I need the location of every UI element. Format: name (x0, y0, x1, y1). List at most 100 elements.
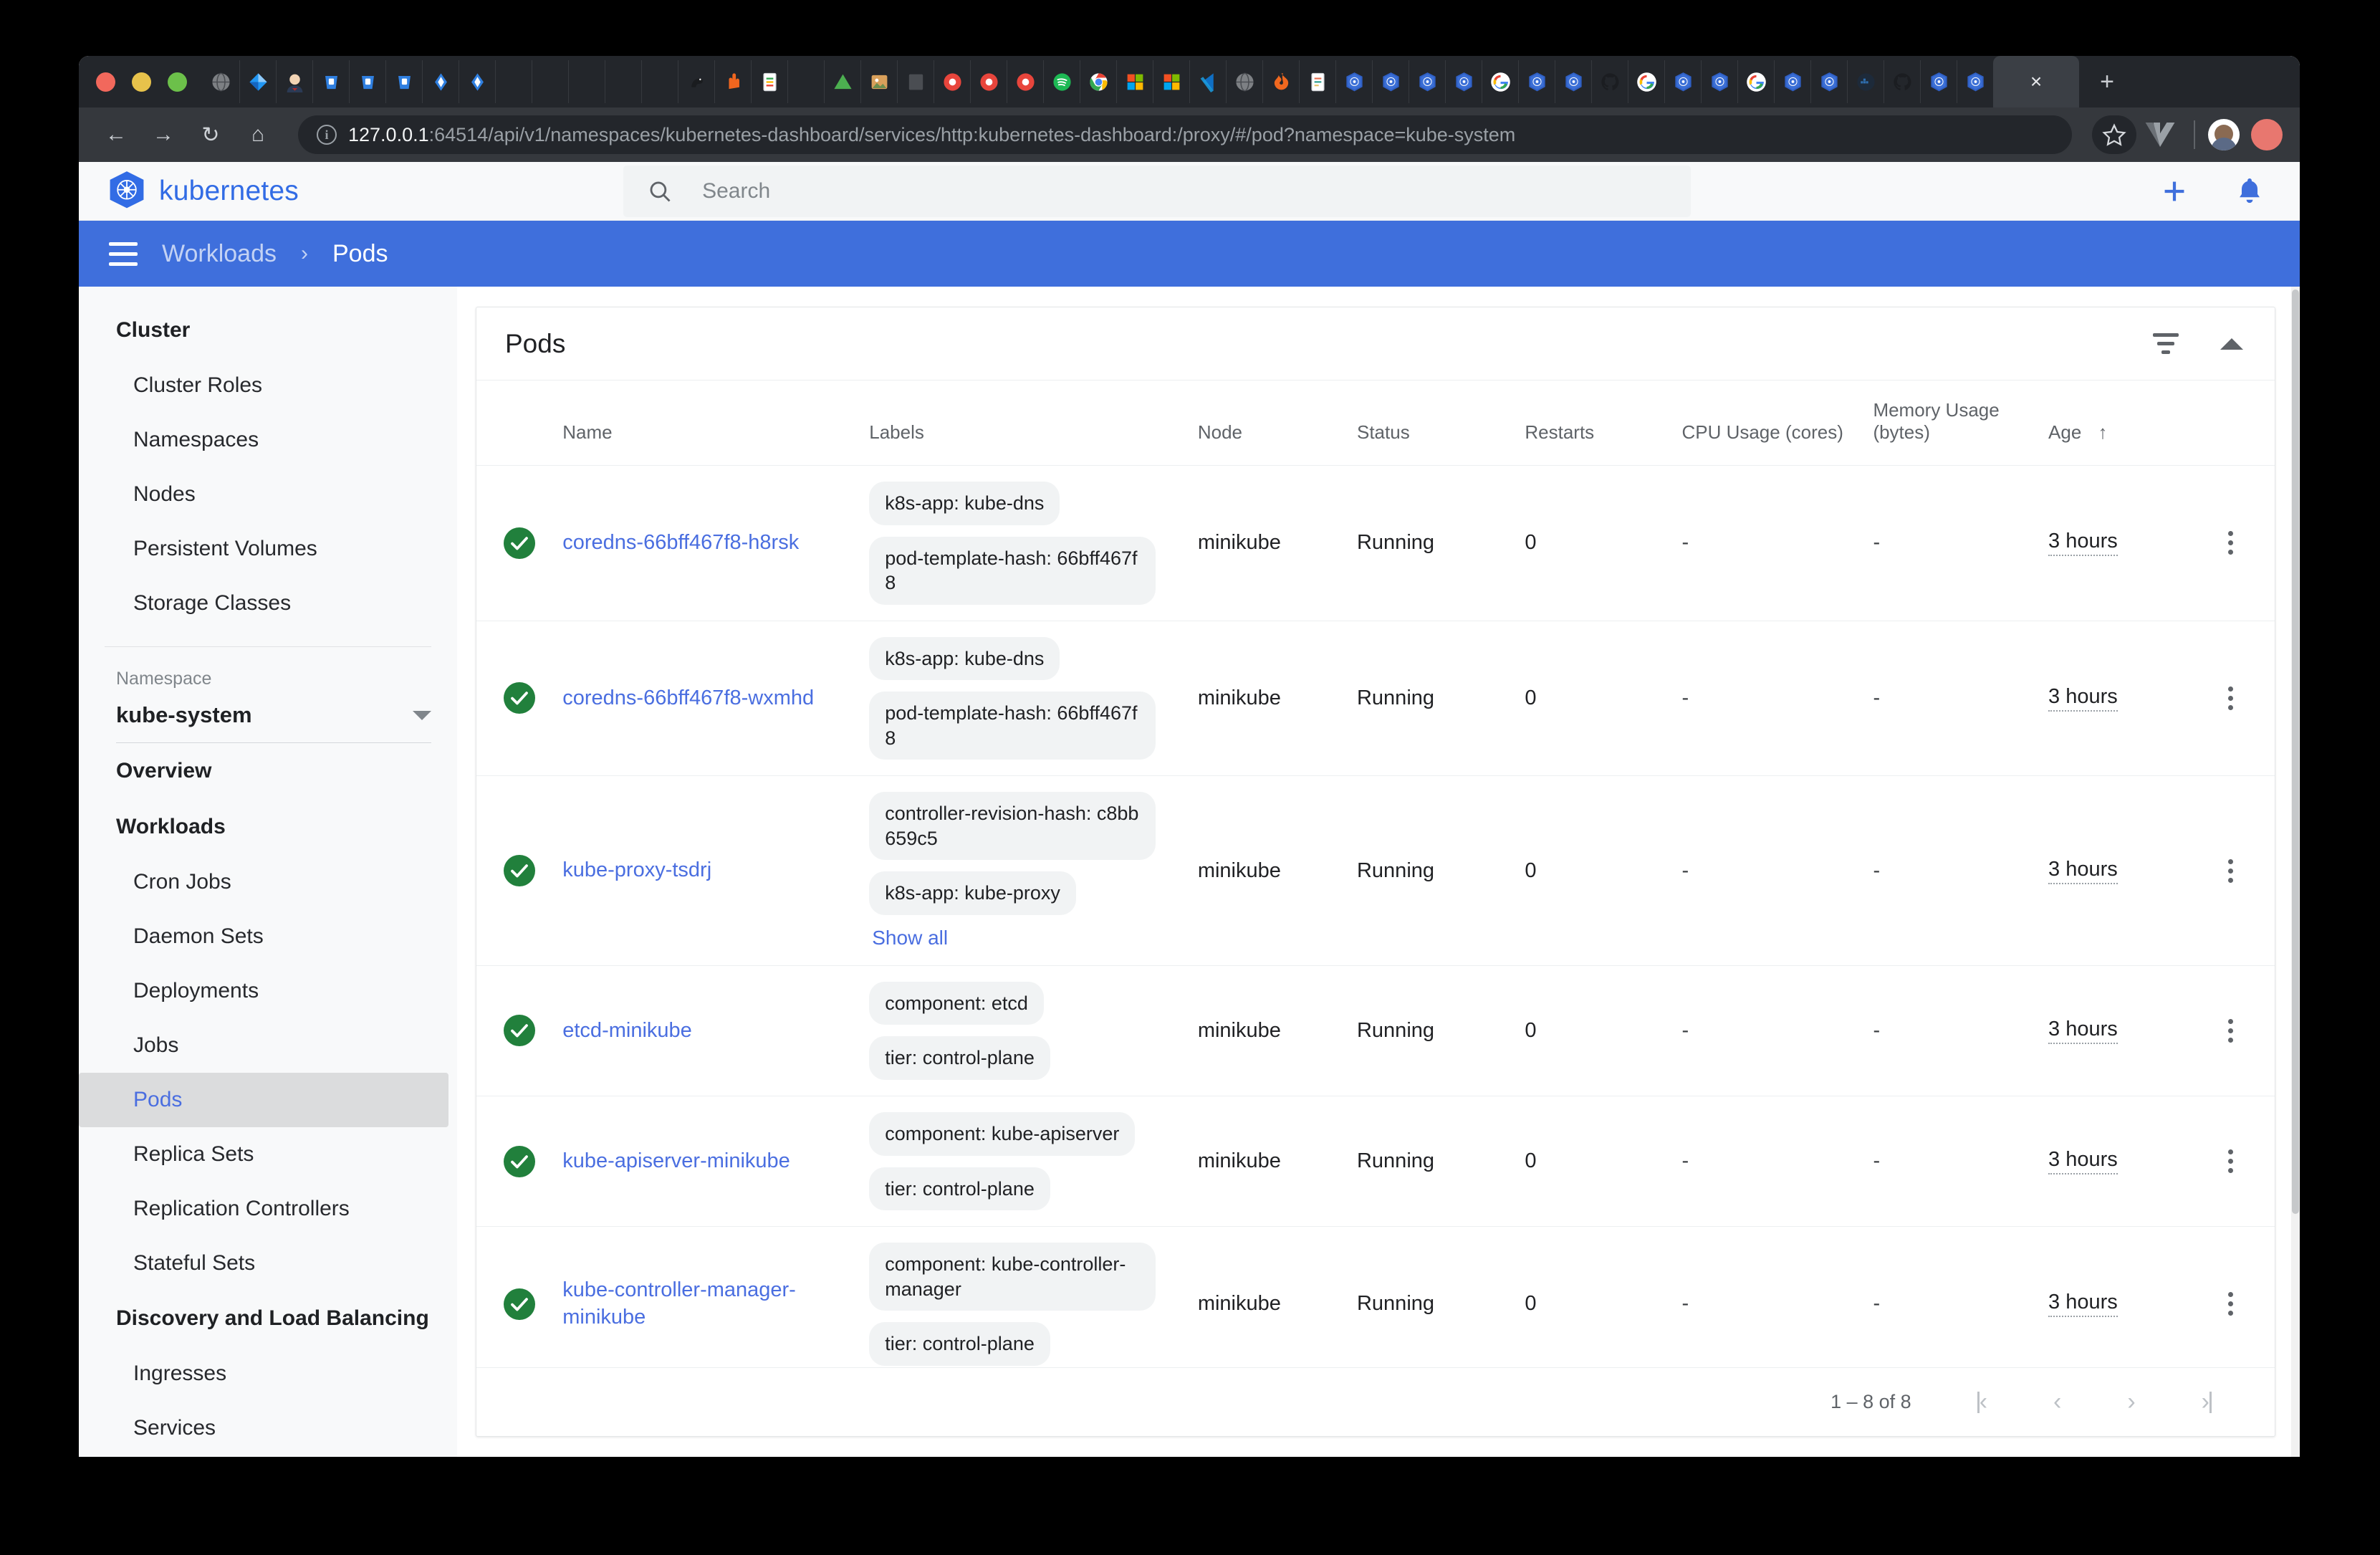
browser-tab[interactable] (1445, 60, 1482, 103)
browser-tab[interactable] (1810, 60, 1847, 103)
browser-tab[interactable] (1847, 60, 1884, 103)
pod-name-link[interactable]: etcd-minikube (562, 1018, 705, 1045)
browser-tab[interactable] (824, 60, 860, 103)
sidebar-item-storage-classes[interactable]: Storage Classes (79, 576, 448, 631)
browser-tab[interactable] (203, 60, 239, 103)
first-page-icon[interactable]: ‹ (1977, 1388, 1987, 1416)
kebab-menu-icon[interactable] (2187, 686, 2275, 710)
browser-tab[interactable] (312, 60, 349, 103)
back-arrow-icon[interactable]: ← (96, 115, 136, 155)
page-scrollbar-thumb[interactable] (2292, 290, 2299, 1214)
sidebar-item-deployments[interactable]: Deployments (79, 964, 448, 1018)
brand[interactable]: kubernetes (107, 171, 623, 212)
column-name[interactable]: Name (562, 381, 870, 466)
breadcrumb-parent[interactable]: Workloads (162, 240, 277, 268)
browser-tab[interactable] (349, 60, 385, 103)
sidebar-item-daemon-sets[interactable]: Daemon Sets (79, 909, 448, 964)
namespace-select[interactable]: kube-system (116, 689, 431, 743)
table-row[interactable]: kube-apiserver-minikube component: kube-a… (476, 1096, 2275, 1228)
browser-tab[interactable] (276, 60, 312, 103)
age-value[interactable]: 3 hours (2048, 530, 2118, 557)
browser-tab[interactable] (1628, 60, 1664, 103)
browser-tab[interactable] (568, 60, 605, 103)
forward-arrow-icon[interactable]: → (143, 115, 183, 155)
browser-tab[interactable] (678, 60, 714, 103)
column-restarts[interactable]: Restarts (1525, 381, 1682, 466)
kebab-menu-icon[interactable] (2187, 858, 2275, 883)
browser-tab[interactable] (1555, 60, 1591, 103)
browser-tab[interactable] (459, 60, 495, 103)
table-row[interactable]: coredns-66bff467f8-wxmhd k8s-app: kube-dn… (476, 621, 2275, 777)
browser-tab[interactable] (1007, 60, 1043, 103)
next-page-icon[interactable]: › (2127, 1388, 2135, 1416)
browser-tab[interactable] (1591, 60, 1628, 103)
kebab-menu-icon[interactable] (2187, 531, 2275, 555)
maximize-window-button[interactable] (168, 72, 187, 92)
browser-tab[interactable] (1335, 60, 1372, 103)
age-value[interactable]: 3 hours (2048, 1018, 2118, 1044)
table-row[interactable]: kube-proxy-tsdrj controller-revision-hash… (476, 775, 2275, 966)
kebab-menu-icon[interactable] (2187, 1149, 2275, 1174)
kebab-menu-icon[interactable] (2187, 1292, 2275, 1316)
browser-tab[interactable] (1774, 60, 1810, 103)
filter-icon[interactable] (2153, 333, 2179, 354)
address-bar[interactable]: i 127.0.0.1:64514/api/v1/namespaces/kube… (298, 115, 2072, 154)
plus-icon[interactable] (2158, 175, 2191, 208)
browser-tab[interactable] (385, 60, 422, 103)
kebab-menu-icon[interactable] (2187, 1018, 2275, 1043)
minimize-window-button[interactable] (132, 72, 151, 92)
extension-icon[interactable] (2251, 119, 2283, 150)
column-memory-usage[interactable]: Memory Usage (bytes) (1873, 381, 2049, 466)
browser-tab[interactable] (1701, 60, 1737, 103)
sidebar-item-replication-controllers[interactable]: Replication Controllers (79, 1182, 448, 1236)
column-node[interactable]: Node (1197, 381, 1357, 466)
close-icon[interactable]: × (2030, 72, 2042, 92)
browser-tab[interactable] (1884, 60, 1920, 103)
browser-tab[interactable] (1920, 60, 1957, 103)
sidebar-item-replica-sets[interactable]: Replica Sets (79, 1127, 448, 1182)
sidebar-item-overview[interactable]: Overview (79, 743, 457, 799)
table-row[interactable]: etcd-minikube component: etcd tier: contro… (476, 965, 2275, 1097)
browser-tab[interactable] (1116, 60, 1153, 103)
sidebar-item-cron-jobs[interactable]: Cron Jobs (79, 855, 448, 909)
new-tab-button[interactable]: + (2089, 70, 2125, 94)
hamburger-icon[interactable] (109, 241, 138, 266)
home-icon[interactable]: ⌂ (238, 115, 278, 155)
column-status[interactable]: Status (1356, 381, 1525, 466)
search-input[interactable] (702, 178, 1666, 204)
pod-name-link[interactable]: kube-apiserver-minikube (562, 1148, 803, 1175)
sidebar-item-cluster-roles[interactable]: Cluster Roles (79, 358, 448, 413)
browser-tab[interactable] (1664, 60, 1701, 103)
browser-tab[interactable] (495, 60, 532, 103)
active-browser-tab[interactable]: × (1993, 56, 2079, 107)
browser-tab[interactable] (1226, 60, 1262, 103)
age-value[interactable]: 3 hours (2048, 858, 2118, 884)
info-icon[interactable]: i (317, 125, 337, 145)
age-value[interactable]: 3 hours (2048, 1291, 2118, 1318)
sidebar-item-stateful-sets[interactable]: Stateful Sets (79, 1236, 448, 1291)
browser-tab[interactable] (1189, 60, 1226, 103)
browser-tab[interactable] (787, 60, 824, 103)
column-age[interactable]: Age ↑ (2048, 381, 2187, 466)
star-icon[interactable] (2092, 115, 2136, 154)
browser-tab[interactable] (751, 60, 787, 103)
browser-tab[interactable] (1153, 60, 1189, 103)
chevron-down-icon[interactable] (413, 710, 431, 720)
sidebar-item-namespaces[interactable]: Namespaces (79, 413, 448, 467)
column-cpu-usage[interactable]: CPU Usage (cores) (1681, 381, 1873, 466)
browser-tab[interactable] (860, 60, 897, 103)
sidebar-item-services[interactable]: Services (79, 1401, 448, 1455)
sidebar-item-pods[interactable]: Pods (79, 1073, 448, 1127)
browser-tab[interactable] (1518, 60, 1555, 103)
show-all-link[interactable]: Show all (869, 927, 948, 949)
search-box[interactable] (623, 165, 1691, 217)
browser-tab[interactable] (934, 60, 970, 103)
sidebar-item-jobs[interactable]: Jobs (79, 1018, 448, 1073)
browser-tab[interactable] (532, 60, 568, 103)
close-window-button[interactable] (96, 72, 115, 92)
browser-tab[interactable] (239, 60, 276, 103)
browser-tab[interactable] (422, 60, 459, 103)
table-row[interactable]: coredns-66bff467f8-h8rsk k8s-app: kube-dn… (476, 465, 2275, 621)
pod-name-link[interactable]: kube-controller-manager-minikube (562, 1277, 869, 1331)
browser-tab[interactable] (1299, 60, 1335, 103)
